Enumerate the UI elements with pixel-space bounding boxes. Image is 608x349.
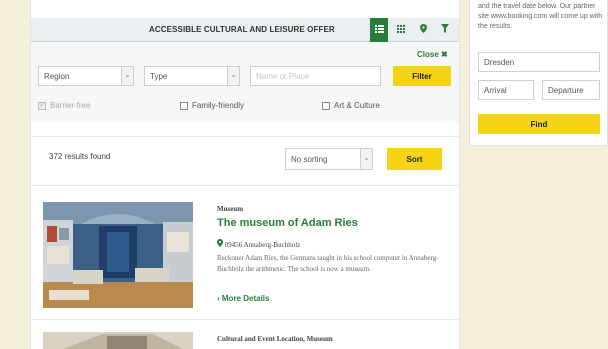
region-value: Region (44, 72, 70, 81)
type-value: Type (150, 72, 168, 81)
close-icon: ✖ (441, 50, 448, 59)
venue-thumbnail[interactable] (43, 332, 193, 349)
booking-widget: and the travel date below. Our partner s… (469, 0, 608, 146)
sort-button[interactable]: Sort (387, 148, 442, 170)
more-details-link[interactable]: › More Details (217, 294, 269, 303)
location-text: 09456 Annaberg-Buchholz (224, 241, 301, 249)
filter-button-label: Filter (412, 72, 432, 81)
close-filter-link[interactable]: Close ✖ (417, 50, 448, 59)
type-select[interactable]: Type ⌄ (144, 66, 240, 86)
region-select[interactable]: Region ⌄ (38, 66, 134, 86)
museum-thumbnail[interactable] (43, 202, 193, 308)
family-friendly-label: Family-friendly (192, 101, 245, 110)
find-button-label: Find (530, 120, 548, 129)
destination-value: Dresden (484, 58, 515, 67)
grid-view-button[interactable] (392, 18, 410, 42)
art-culture-label: Art & Culture (334, 101, 380, 110)
sort-button-label: Sort (406, 155, 423, 164)
sorting-select[interactable]: No sorting ⌄ (285, 148, 373, 170)
result-count: 372 results found (49, 152, 111, 161)
family-friendly-checkbox[interactable]: Family-friendly (180, 101, 244, 110)
name-or-place-input[interactable]: Name or Place (250, 66, 381, 86)
page-title: ACCESSIBLE CULTURAL AND LEISURE OFFER (149, 25, 335, 34)
location-pin-icon (217, 239, 225, 249)
sorting-value: No sorting (291, 155, 328, 164)
barrier-free-checkbox[interactable]: ✓ Barrier-free (38, 101, 90, 110)
arrival-label: Arrival (484, 86, 507, 95)
find-button[interactable]: Find (478, 114, 600, 134)
card-title[interactable]: The museum of Adam Ries (217, 217, 358, 229)
checkbox-icon (180, 101, 188, 110)
barrier-free-label: Barrier-free (50, 101, 91, 110)
arrival-input[interactable]: Arrival (478, 80, 534, 100)
list-icon (374, 24, 384, 36)
departure-input[interactable]: Departure (542, 80, 600, 100)
map-view-button[interactable] (414, 18, 432, 42)
filter-toggle-button[interactable] (436, 18, 454, 42)
close-label: Close (417, 50, 439, 59)
departure-label: Departure (548, 86, 584, 95)
art-culture-checkbox[interactable]: Art & Culture (322, 101, 380, 110)
checkbox-checked-icon: ✓ (38, 101, 46, 110)
chevron-down-icon: ⌄ (121, 67, 133, 85)
filter-button[interactable]: Filter (393, 66, 451, 86)
map-pin-icon (419, 24, 427, 36)
checkbox-icon (322, 101, 330, 110)
card-category: Museum (217, 205, 244, 213)
list-view-button[interactable] (370, 18, 388, 42)
card-location: 09456 Annaberg-Buchholz (217, 239, 300, 249)
grid-icon (397, 24, 405, 36)
card-category: Cultural and Event Location, Museum (217, 335, 333, 343)
name-placeholder: Name or Place (256, 72, 309, 81)
chevron-down-icon: ⌄ (227, 67, 239, 85)
results-panel: ACCESSIBLE CULTURAL AND LEISURE OFFER Cl… (30, 0, 460, 349)
card-description: Reckoner Adam Ries, the Germans taught i… (217, 254, 439, 273)
booking-intro: and the travel date below. Our partner s… (478, 3, 603, 30)
more-details-label: More Details (221, 294, 270, 303)
filter-icon (441, 24, 449, 36)
chevron-down-icon: ⌄ (360, 149, 372, 169)
destination-input[interactable]: Dresden (478, 52, 600, 72)
